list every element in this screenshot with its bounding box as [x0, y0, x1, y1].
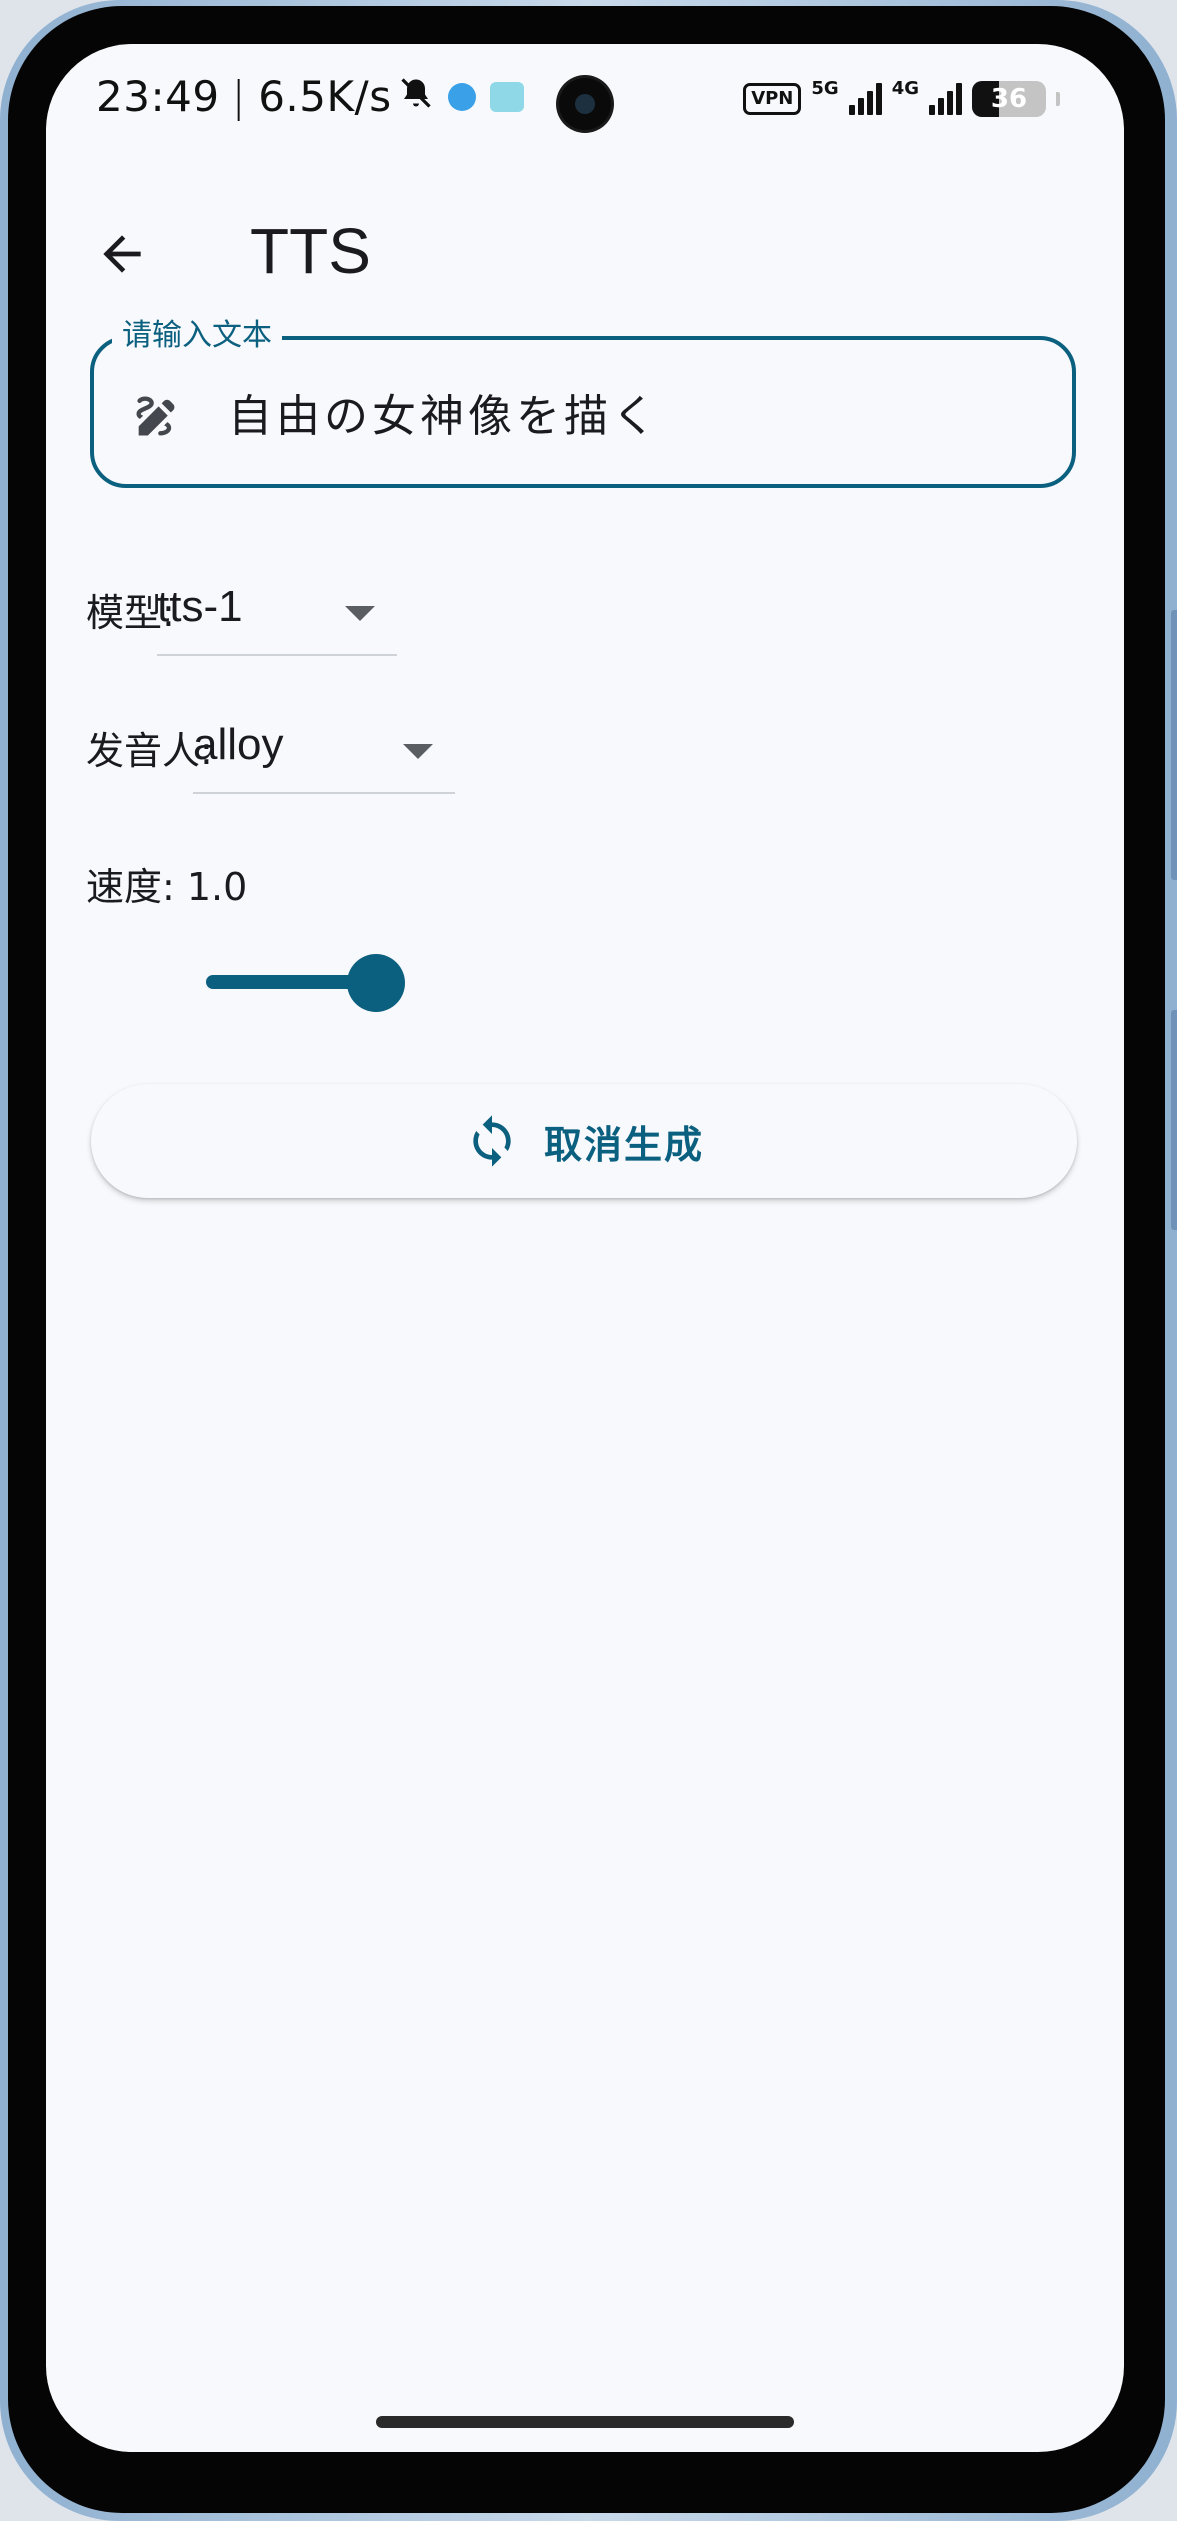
- network-5g-label: 5G: [811, 78, 839, 99]
- network-4g-label: 4G: [891, 78, 919, 99]
- battery-icon: 36: [972, 80, 1046, 117]
- voice-selected-value: alloy: [193, 720, 284, 769]
- text-input[interactable]: [228, 376, 1028, 448]
- sync-icon: [473, 1115, 511, 1167]
- status-right: VPN 5G 4G 36: [743, 78, 1060, 119]
- text-input-field[interactable]: 请输入文本: [90, 318, 1076, 488]
- voice-dropdown[interactable]: alloy: [193, 714, 455, 794]
- model-selected-value: tts-1: [157, 582, 243, 631]
- status-net-speed: 6.5K/s: [258, 72, 392, 121]
- mute-icon: [398, 72, 434, 121]
- signal-4g-icon: [929, 82, 962, 115]
- volume-button: [1171, 610, 1177, 880]
- front-camera: [559, 78, 611, 130]
- page-title: TTS: [250, 215, 371, 287]
- cancel-generation-button[interactable]: 取消生成: [91, 1084, 1077, 1198]
- phone-frame: 23:49 | 6.5K/s VPN 5G 4G 36 TTS 请输入文本 自由…: [0, 0, 1177, 2521]
- draw-icon: [130, 390, 182, 442]
- status-left: 23:49 | 6.5K/s: [96, 72, 524, 121]
- text-input-label: 请输入文本: [112, 318, 282, 354]
- status-time: 23:49: [96, 72, 220, 121]
- speed-slider[interactable]: [206, 942, 406, 1022]
- battery-level: 36: [990, 83, 1028, 114]
- cancel-generation-label: 取消生成: [543, 1122, 704, 1167]
- vpn-badge: VPN: [743, 82, 802, 115]
- translate-app-icon: [447, 82, 476, 111]
- arrow-left-icon: [103, 235, 141, 273]
- game-app-icon: [489, 81, 524, 112]
- slider-thumb[interactable]: [347, 954, 405, 1012]
- chevron-down-icon: [345, 606, 375, 621]
- app-bar: TTS: [46, 194, 1124, 314]
- screen: 23:49 | 6.5K/s VPN 5G 4G 36 TTS 请输入文本 自由…: [46, 44, 1124, 2452]
- battery-tip: [1056, 91, 1060, 106]
- chevron-down-icon: [403, 744, 433, 759]
- signal-5g-icon: [848, 82, 882, 115]
- back-button[interactable]: [86, 218, 158, 290]
- speed-label: 速度: 1.0: [86, 865, 248, 909]
- home-indicator[interactable]: [376, 2416, 794, 2428]
- status-separator: |: [231, 72, 247, 121]
- status-bar: 23:49 | 6.5K/s VPN 5G 4G 36: [46, 44, 1124, 154]
- model-dropdown[interactable]: tts-1: [157, 576, 397, 656]
- power-button: [1171, 1010, 1177, 1230]
